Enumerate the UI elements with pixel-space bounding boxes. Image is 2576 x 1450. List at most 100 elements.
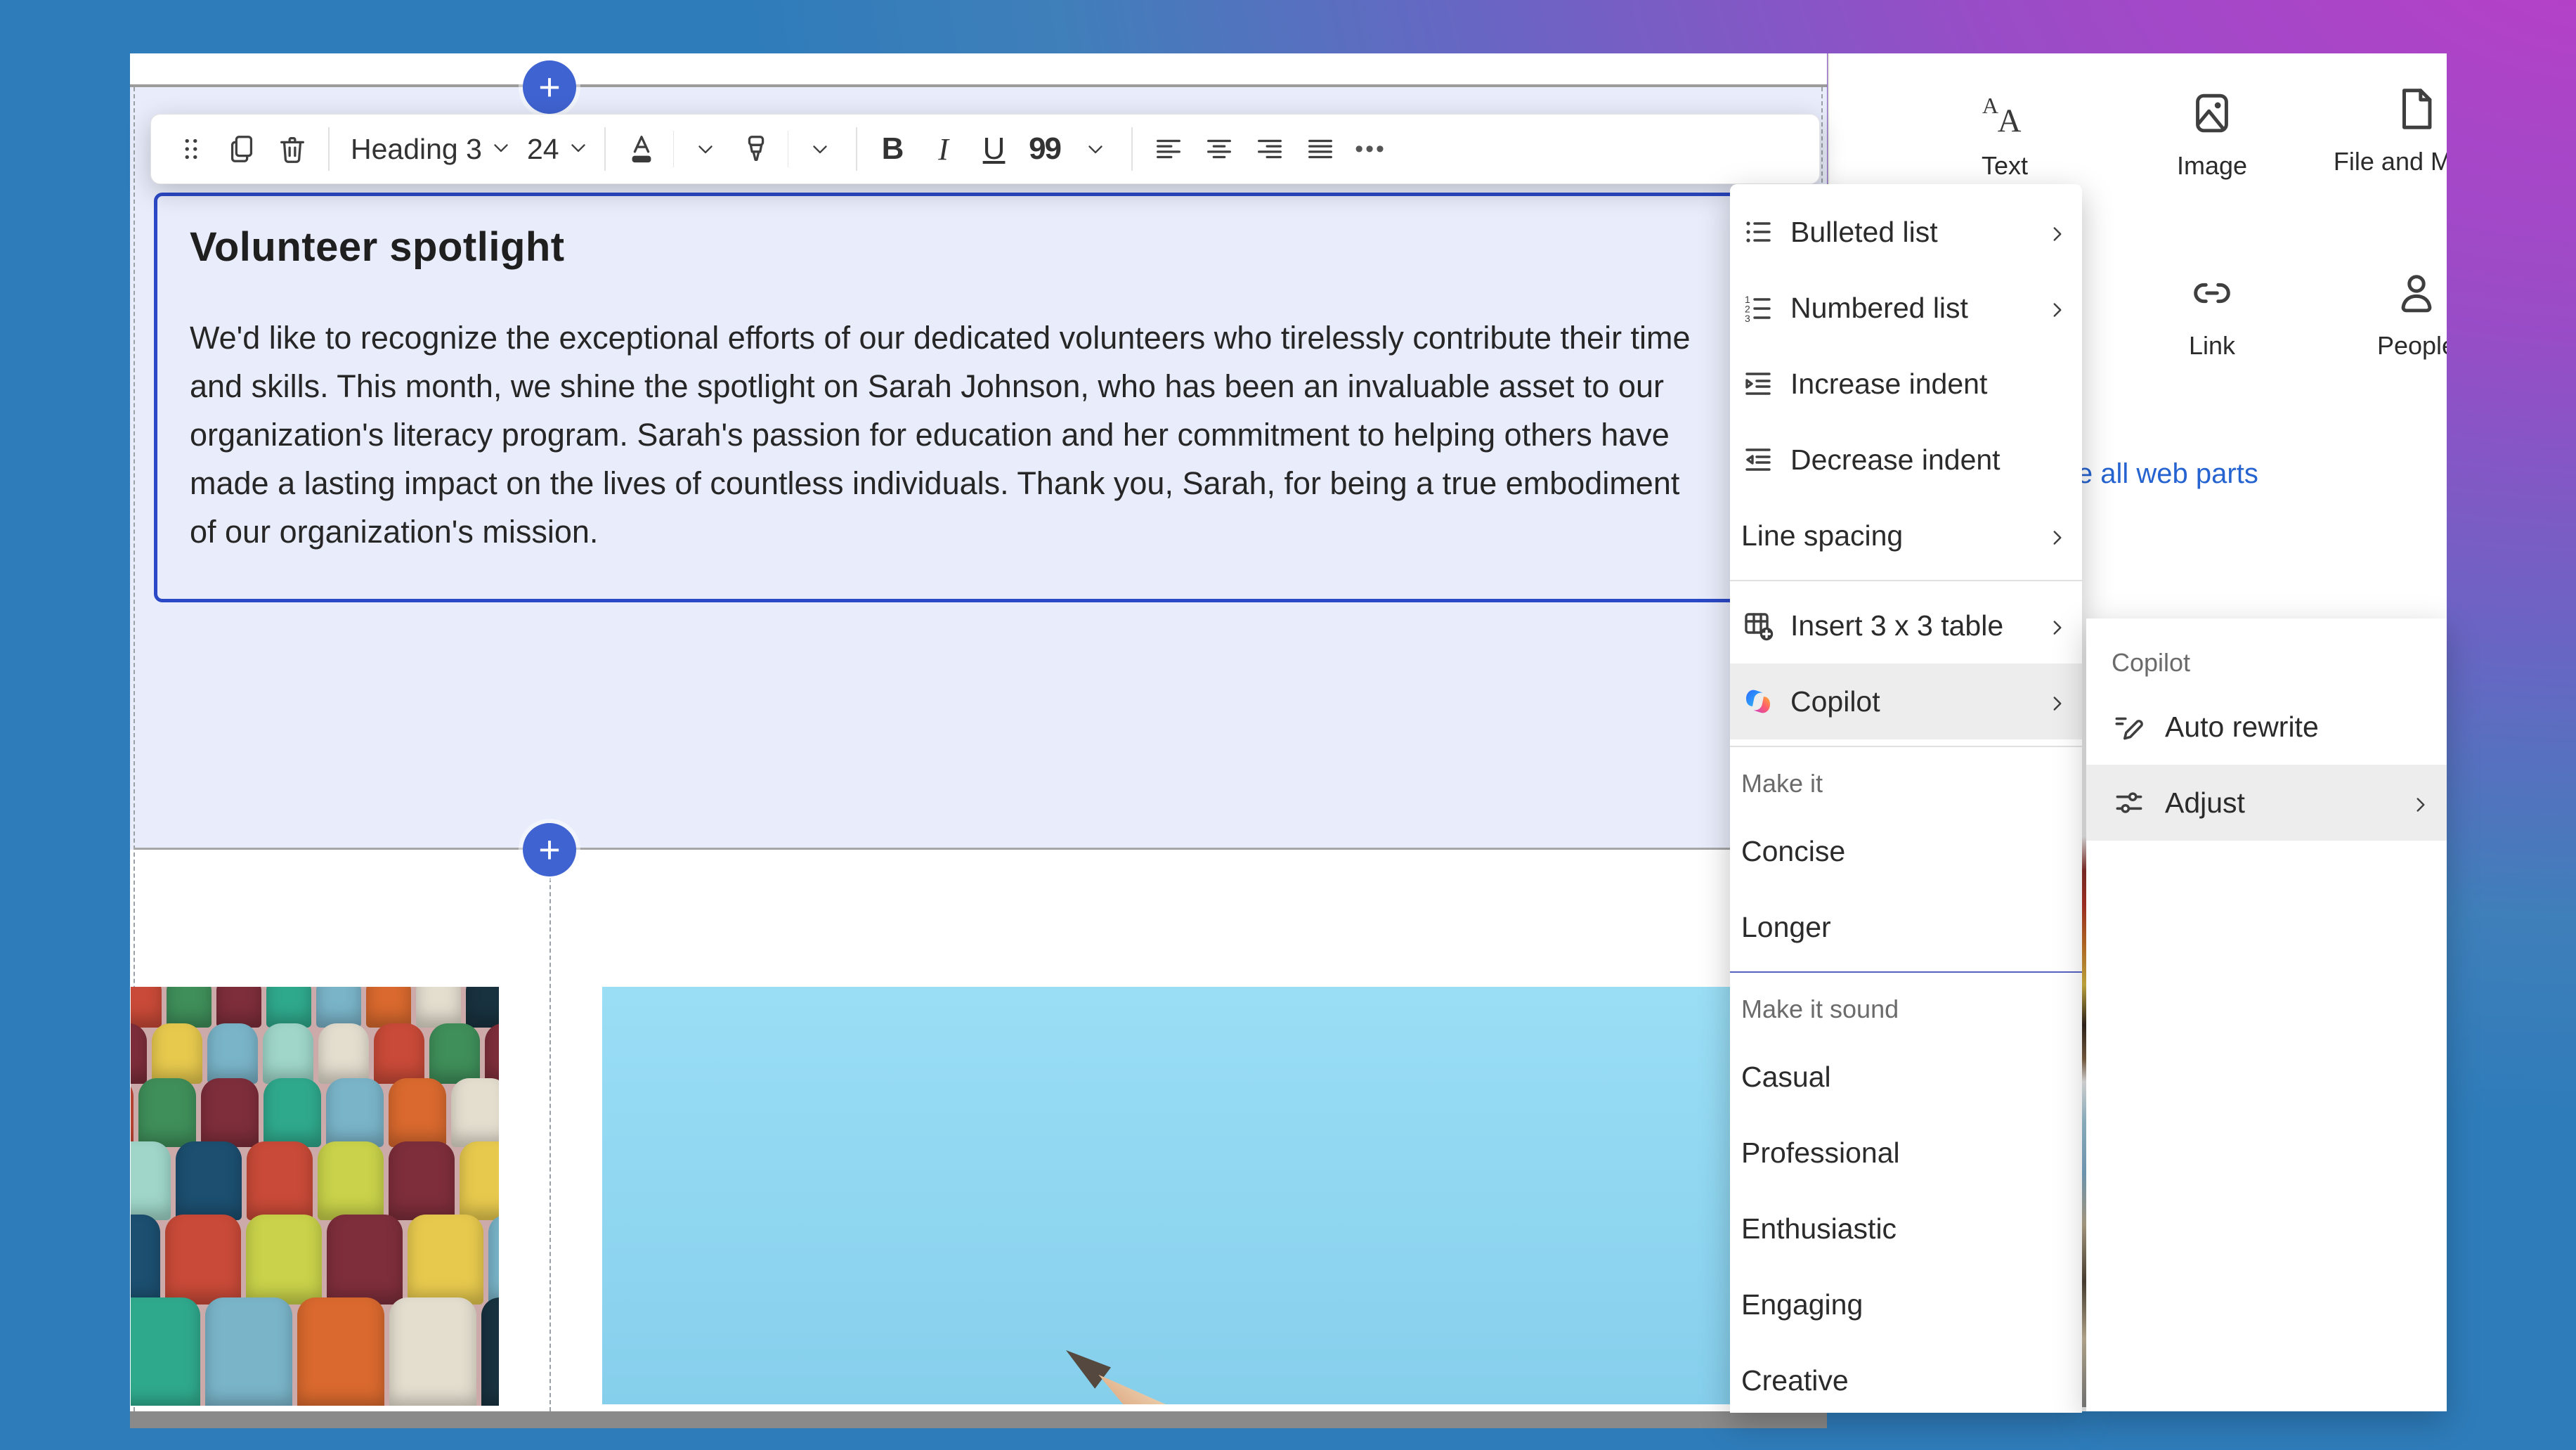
align-left-button[interactable]: [1147, 122, 1190, 176]
menu-item-numbered-list[interactable]: 123Numbered list: [1730, 270, 2082, 346]
people-icon: [2392, 309, 2441, 321]
menu-item-label: Decrease indent: [1790, 444, 2069, 477]
menu-header-label: Make it: [1741, 769, 1823, 798]
menu-item-longer[interactable]: Longer: [1730, 889, 2082, 965]
copilot-submenu-header: Copilot: [2086, 637, 2447, 689]
toolbar-divider: [1131, 127, 1133, 171]
italic-button[interactable]: I: [922, 122, 965, 176]
chair: [246, 1215, 322, 1305]
bold-button[interactable]: B: [871, 122, 915, 176]
menu-item-label: Bulleted list: [1790, 216, 2045, 249]
menu-item-label: Professional: [1741, 1137, 2069, 1170]
bulleted-list-icon: [1741, 215, 1775, 249]
font-size-dropdown[interactable]: 24: [520, 122, 590, 176]
menu-item-decrease-indent[interactable]: Decrease indent: [1730, 422, 2082, 498]
more-text-styles-chevron[interactable]: [1074, 122, 1117, 176]
webpart-label: People: [2325, 331, 2447, 361]
webpart-text[interactable]: AAText: [1913, 89, 2096, 181]
menu-item-engaging[interactable]: Engaging: [1730, 1267, 2082, 1342]
menu-item-creative[interactable]: Creative: [1730, 1342, 2082, 1413]
chair: [466, 987, 499, 1028]
pencil-image[interactable]: [602, 987, 1739, 1404]
menu-item-copilot[interactable]: Copilot: [1730, 663, 2082, 739]
screenshot-root: + + Volunteer spotlight We'd like to rec…: [0, 0, 2576, 1450]
decrease-indent-icon: [1741, 443, 1775, 477]
chair: [176, 1141, 242, 1220]
chair-row: [131, 1023, 499, 1084]
chair: [316, 987, 361, 1028]
menu-item-professional[interactable]: Professional: [1730, 1115, 2082, 1191]
chair: [207, 1023, 258, 1084]
submenu-item-auto-rewrite[interactable]: Auto rewrite: [2086, 689, 2447, 765]
quote-button[interactable]: 99: [1023, 122, 1067, 176]
align-center-button[interactable]: [1197, 122, 1241, 176]
drag-handle-icon[interactable]: [169, 122, 213, 176]
chair: [460, 1141, 499, 1220]
menu-item-label: Longer: [1741, 911, 2069, 944]
chair: [131, 987, 162, 1028]
menu-item-enthusiastic[interactable]: Enthusiastic: [1730, 1191, 2082, 1267]
font-size-value: 24: [520, 133, 566, 166]
chair: [165, 1215, 241, 1305]
chair: [485, 1023, 499, 1084]
pencil-lead: [1058, 1340, 1112, 1389]
text-context-menu: Bulleted list123Numbered listIncrease in…: [1730, 184, 2082, 1413]
underline-button[interactable]: U: [972, 122, 1016, 176]
chevron-right-icon: [2045, 220, 2069, 244]
duplicate-button[interactable]: [220, 122, 264, 176]
text-webpart-heading[interactable]: Volunteer spotlight: [190, 224, 565, 271]
chair: [247, 1141, 313, 1220]
highlight-color-button[interactable]: [734, 122, 778, 176]
svg-text:A: A: [1998, 103, 2022, 138]
plus-icon: +: [538, 68, 561, 106]
menu-item-increase-indent[interactable]: Increase indent: [1730, 346, 2082, 422]
menu-item-casual[interactable]: Casual: [1730, 1039, 2082, 1115]
menu-item-label: Copilot: [1790, 685, 2045, 718]
toolbar-divider: [328, 127, 330, 171]
chair: [389, 1141, 455, 1220]
chair: [297, 1297, 384, 1406]
delete-button[interactable]: [271, 122, 314, 176]
file-icon: [2392, 124, 2441, 136]
webpart-people[interactable]: People: [2325, 268, 2447, 361]
menu-item-label: Increase indent: [1790, 368, 2069, 401]
canvas-bottom-scrollbar[interactable]: [130, 1411, 1827, 1428]
menu-header-label: Make it sound: [1741, 995, 1899, 1024]
webpart-label: Image: [2121, 151, 2303, 181]
menu-item-bulleted-list[interactable]: Bulleted list: [1730, 194, 2082, 270]
menu-item-insert-3-x-3-table[interactable]: Insert 3 x 3 table: [1730, 588, 2082, 663]
submenu-item-label: Auto rewrite: [2165, 711, 2433, 744]
webpart-image[interactable]: Image: [2121, 89, 2303, 181]
svg-text:3: 3: [1745, 313, 1750, 324]
add-web-part-button-top[interactable]: +: [523, 60, 576, 114]
chair: [318, 1023, 369, 1084]
font-color-button[interactable]: [620, 122, 663, 176]
more-options-button[interactable]: •••: [1349, 122, 1393, 176]
section-divider-line-mid: [134, 848, 1823, 850]
chevron-right-icon: [2045, 690, 2069, 713]
add-web-part-button-bottom[interactable]: +: [523, 823, 576, 876]
chair: [152, 1023, 202, 1084]
webpart-link[interactable]: Link: [2121, 268, 2303, 361]
style-dropdown-value: Heading 3: [344, 133, 489, 166]
link-icon: [2187, 309, 2237, 321]
webpart-file-and-media[interactable]: File and Media: [2325, 84, 2447, 176]
text-formatting-toolbar: Heading 3 24 B I U 99 •••: [150, 114, 1820, 184]
highlight-dropdown-chevron[interactable]: [798, 122, 842, 176]
align-right-button[interactable]: [1248, 122, 1292, 176]
style-dropdown[interactable]: Heading 3: [344, 122, 513, 176]
text-aa-icon: AA: [1980, 129, 2029, 141]
menu-item-line-spacing[interactable]: Line spacing: [1730, 498, 2082, 574]
chair: [416, 987, 461, 1028]
font-color-dropdown-chevron[interactable]: [684, 122, 727, 176]
menu-item-concise[interactable]: Concise: [1730, 813, 2082, 889]
menu-section-header-make-it: Make it: [1730, 753, 2082, 813]
align-justify-button[interactable]: [1299, 122, 1342, 176]
chairs-image[interactable]: [131, 987, 499, 1406]
submenu-item-adjust[interactable]: Adjust: [2086, 765, 2447, 841]
text-webpart-paragraph[interactable]: We'd like to recognize the exceptional e…: [190, 313, 1700, 556]
menu-item-label: Numbered list: [1790, 292, 2045, 325]
chair: [389, 1297, 476, 1406]
toolbar-divider: [604, 127, 606, 171]
chair-row: [131, 987, 499, 1028]
